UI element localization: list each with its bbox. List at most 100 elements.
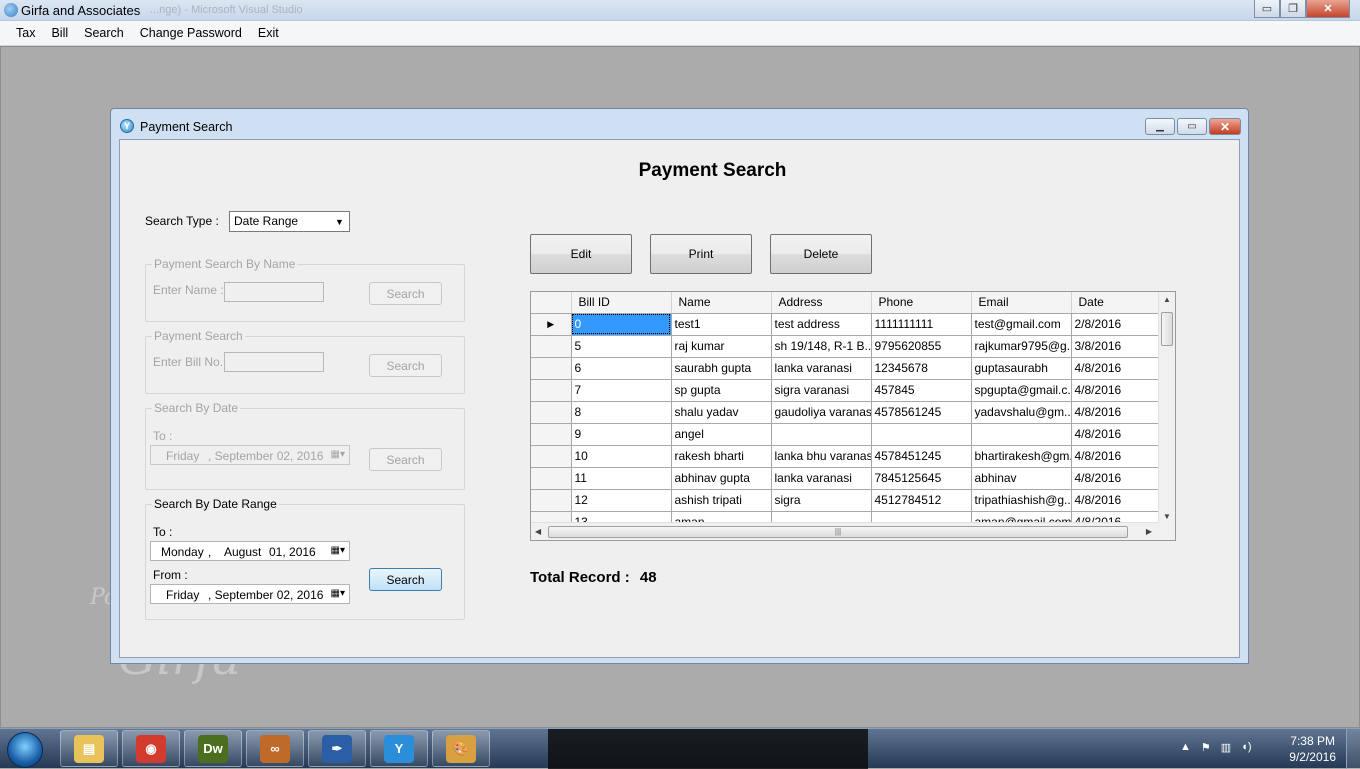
- table-row[interactable]: 7 sp gupta sigra varanasi 457845 spgupta@gma…: [531, 379, 1172, 402]
- scroll-left-icon[interactable]: ◀: [535, 527, 541, 536]
- cell-address[interactable]: sigra varanasi: [771, 379, 872, 402]
- taskbar-app-button[interactable]: ✒: [308, 730, 366, 767]
- cell-name[interactable]: shalu yadav: [671, 401, 772, 424]
- taskbar-app-button[interactable]: 🎨: [432, 730, 490, 767]
- cell-address[interactable]: sh 19/148, R-1 B...: [771, 335, 872, 358]
- cell-bill-id[interactable]: 0: [571, 313, 672, 336]
- table-row[interactable]: 10 rakesh bharti lanka bhu varanasi 4578451…: [531, 445, 1172, 468]
- cell-address[interactable]: lanka bhu varanasi: [771, 445, 872, 468]
- network-icon[interactable]: ▥: [1221, 741, 1231, 754]
- row-header[interactable]: [531, 445, 572, 468]
- menu-tax[interactable]: Tax: [8, 22, 43, 44]
- vertical-scrollbar[interactable]: ▲ ▼: [1158, 292, 1175, 523]
- cell-email[interactable]: bhartirakesh@gm...: [971, 445, 1072, 468]
- cell-bill-id[interactable]: 12: [571, 489, 672, 512]
- cell-bill-id[interactable]: 9: [571, 423, 672, 446]
- edit-button[interactable]: Edit: [530, 234, 632, 274]
- start-button[interactable]: [7, 732, 43, 768]
- dialog-titlebar[interactable]: Y Payment Search ▁ ▭ ✕: [111, 109, 1248, 139]
- cell-bill-id[interactable]: 6: [571, 357, 672, 380]
- cell-phone[interactable]: 7845125645: [871, 467, 972, 490]
- cell-name[interactable]: ashish tripati: [671, 489, 772, 512]
- cell-name[interactable]: saurabh gupta: [671, 357, 772, 380]
- column-header-bill-id[interactable]: Bill ID: [571, 292, 672, 314]
- dialog-maximize-button[interactable]: ▭: [1177, 118, 1207, 135]
- row-header[interactable]: [531, 401, 572, 424]
- table-row[interactable]: 6 saurabh gupta lanka varanasi 12345678 gupt…: [531, 357, 1172, 380]
- row-header[interactable]: [531, 335, 572, 358]
- cell-date[interactable]: 4/8/2016: [1071, 401, 1172, 424]
- row-header[interactable]: [531, 379, 572, 402]
- cell-address[interactable]: sigra: [771, 489, 872, 512]
- search-by-date-button[interactable]: Search: [369, 448, 442, 471]
- cell-name[interactable]: rakesh bharti: [671, 445, 772, 468]
- cell-phone[interactable]: 457845: [871, 379, 972, 402]
- menu-change-password[interactable]: Change Password: [132, 22, 250, 44]
- table-row[interactable]: ▶ 0 test1 test address 1111111111 test@gmail.…: [531, 313, 1172, 336]
- cell-date[interactable]: 4/8/2016: [1071, 467, 1172, 490]
- cell-bill-id[interactable]: 5: [571, 335, 672, 358]
- maximize-button[interactable]: ❐: [1280, 0, 1306, 18]
- cell-date[interactable]: 4/8/2016: [1071, 379, 1172, 402]
- cell-phone[interactable]: 1111111111: [871, 313, 972, 336]
- to-date-picker[interactable]: Monday , August 01, 2016 ▦▾: [150, 541, 350, 561]
- cell-address[interactable]: test address: [771, 313, 872, 336]
- taskbar-app-button[interactable]: Y: [370, 730, 428, 767]
- scroll-up-icon[interactable]: ▲: [1163, 295, 1171, 304]
- search-by-bill-button[interactable]: Search: [369, 354, 442, 377]
- cell-email[interactable]: spgupta@gmail.c...: [971, 379, 1072, 402]
- cell-phone[interactable]: 9795620855: [871, 335, 972, 358]
- cell-name[interactable]: raj kumar: [671, 335, 772, 358]
- column-header-date[interactable]: Date: [1071, 292, 1172, 314]
- close-button[interactable]: ✕: [1306, 0, 1350, 18]
- row-header[interactable]: [531, 467, 572, 490]
- row-header[interactable]: [531, 489, 572, 512]
- delete-button[interactable]: Delete: [770, 234, 872, 274]
- minimize-button[interactable]: ▭: [1254, 0, 1280, 18]
- cell-name[interactable]: abhinav gupta: [671, 467, 772, 490]
- table-row[interactable]: 12 ashish tripati sigra 4512784512 tripathia…: [531, 489, 1172, 512]
- print-button[interactable]: Print: [650, 234, 752, 274]
- cell-phone[interactable]: [871, 423, 972, 446]
- volume-icon[interactable]: ◖): [1241, 741, 1251, 754]
- column-header-address[interactable]: Address: [771, 292, 872, 314]
- vertical-scroll-thumb[interactable]: [1161, 312, 1173, 346]
- cell-email[interactable]: abhinav: [971, 467, 1072, 490]
- bill-no-input[interactable]: [224, 352, 324, 372]
- table-row[interactable]: 11 abhinav gupta lanka varanasi 7845125645 a…: [531, 467, 1172, 490]
- cell-bill-id[interactable]: 8: [571, 401, 672, 424]
- action-center-icon[interactable]: ⚑: [1201, 741, 1211, 754]
- scroll-down-icon[interactable]: ▼: [1163, 512, 1171, 521]
- scroll-right-icon[interactable]: ▶: [1146, 527, 1152, 536]
- cell-name[interactable]: sp gupta: [671, 379, 772, 402]
- cell-phone[interactable]: 12345678: [871, 357, 972, 380]
- column-header-phone[interactable]: Phone: [871, 292, 972, 314]
- table-row[interactable]: 8 shalu yadav gaudoliya varanasi 4578561245…: [531, 401, 1172, 424]
- cell-email[interactable]: tripathiashish@g...: [971, 489, 1072, 512]
- cell-name[interactable]: angel: [671, 423, 772, 446]
- clock[interactable]: 7:38 PM 9/2/2016: [1289, 733, 1336, 765]
- payment-grid[interactable]: Bill ID Name Address Phone Email Date ▶ 0…: [530, 291, 1176, 541]
- cell-date[interactable]: 4/8/2016: [1071, 423, 1172, 446]
- row-header[interactable]: [531, 423, 572, 446]
- menu-exit[interactable]: Exit: [250, 22, 287, 44]
- cell-bill-id[interactable]: 11: [571, 467, 672, 490]
- table-row[interactable]: 5 raj kumar sh 19/148, R-1 B... 9795620855 r…: [531, 335, 1172, 358]
- table-row[interactable]: 9 angel 4/8/2016: [531, 423, 1172, 446]
- cell-address[interactable]: gaudoliya varanasi: [771, 401, 872, 424]
- dialog-close-button[interactable]: ✕: [1209, 118, 1241, 135]
- menu-search[interactable]: Search: [76, 22, 132, 44]
- cell-email[interactable]: test@gmail.com: [971, 313, 1072, 336]
- cell-date[interactable]: 3/8/2016: [1071, 335, 1172, 358]
- cell-phone[interactable]: 4578451245: [871, 445, 972, 468]
- tray-expand-icon[interactable]: ▲: [1180, 741, 1191, 754]
- column-header-name[interactable]: Name: [671, 292, 772, 314]
- cell-email[interactable]: [971, 423, 1072, 446]
- cell-address[interactable]: lanka varanasi: [771, 467, 872, 490]
- taskbar-app-button[interactable]: Dw: [184, 730, 242, 767]
- cell-email[interactable]: rajkumar9795@g...: [971, 335, 1072, 358]
- cell-email[interactable]: yadavshalu@gm...: [971, 401, 1072, 424]
- search-type-select[interactable]: Date Range ▼: [229, 211, 350, 232]
- horizontal-scrollbar[interactable]: ◀ ||| ▶: [531, 522, 1160, 540]
- from-date-picker[interactable]: Friday , September 02, 2016 ▦▾: [150, 584, 350, 604]
